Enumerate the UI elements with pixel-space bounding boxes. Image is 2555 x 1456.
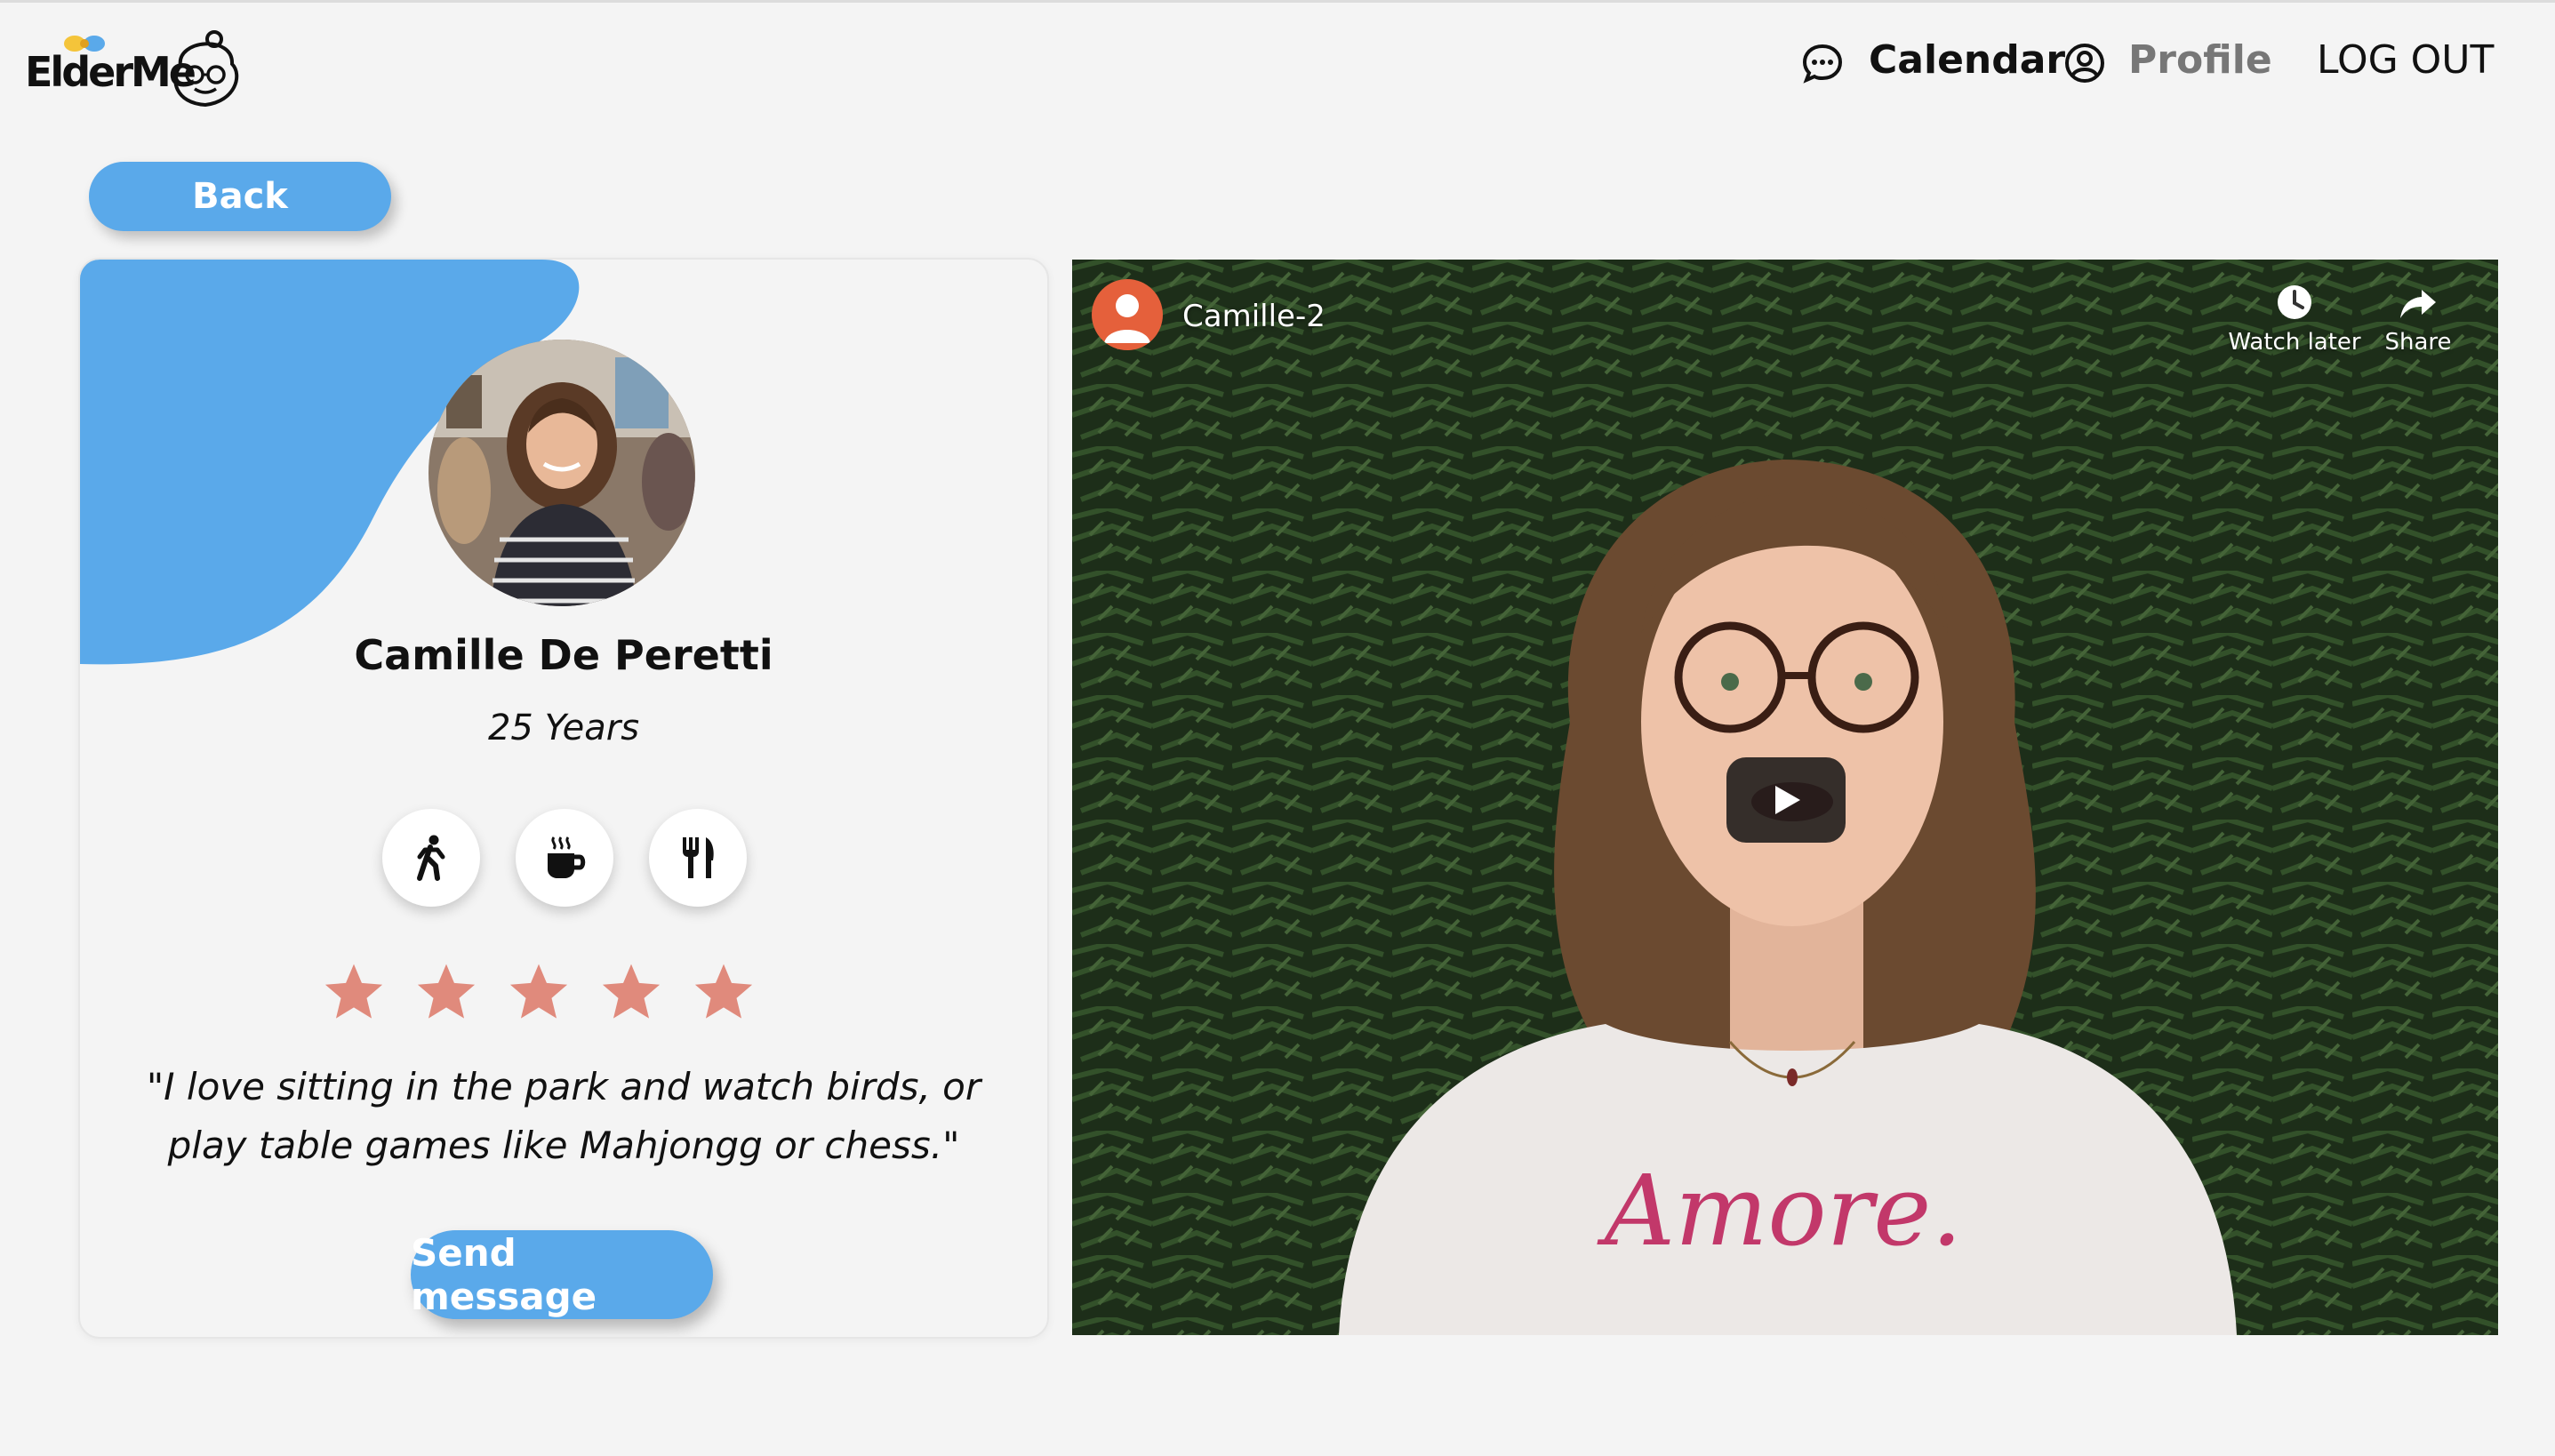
logout-button[interactable]: LOG OUT xyxy=(2317,37,2494,83)
star-icon xyxy=(417,964,476,1019)
walking-icon xyxy=(417,835,445,881)
video-player[interactable]: Amore. Camille-2 Watch later Share xyxy=(1072,260,2498,1335)
coffee-icon xyxy=(548,836,586,878)
top-border xyxy=(0,0,2555,3)
profile-photo xyxy=(429,340,695,606)
share-label: Share xyxy=(2384,329,2452,356)
share-arrow-icon xyxy=(2400,290,2436,318)
star-icon xyxy=(602,964,661,1019)
interest-coffee xyxy=(516,809,613,907)
bow-icon xyxy=(64,36,105,52)
star-icon xyxy=(694,964,753,1019)
play-icon xyxy=(1775,786,1800,814)
profile-age: 25 Years xyxy=(487,708,640,748)
back-button[interactable]: Back xyxy=(89,162,391,231)
profile-name: Camille De Peretti xyxy=(354,631,773,679)
star-icon xyxy=(324,964,383,1019)
share-button[interactable]: Share xyxy=(2365,283,2471,356)
watch-later-label: Watch later xyxy=(2228,329,2361,356)
video-channel-title[interactable]: Camille-2 xyxy=(1182,299,1326,334)
rating-stars xyxy=(320,960,818,1031)
chat-icon[interactable] xyxy=(1801,43,1844,84)
shirt-text: Amore. xyxy=(1597,1154,1963,1268)
nav-profile-link[interactable]: Profile xyxy=(2128,37,2272,83)
dining-icon xyxy=(683,837,714,878)
channel-avatar[interactable] xyxy=(1092,279,1163,350)
nav-calendar-link[interactable]: Calendar xyxy=(1869,37,2065,83)
send-message-button[interactable]: Send message xyxy=(411,1230,713,1319)
play-button[interactable] xyxy=(1726,757,1846,843)
interest-walking xyxy=(382,809,480,907)
watch-later-button[interactable]: Watch later xyxy=(2228,283,2361,356)
clock-icon xyxy=(2278,285,2311,319)
profile-quote: "I love sitting in the park and watch bi… xyxy=(146,1065,981,1167)
elderme-logo[interactable]: ElderMe xyxy=(25,28,239,108)
grandma-face-icon xyxy=(173,30,239,108)
profile-icon[interactable] xyxy=(2064,43,2105,84)
star-icon xyxy=(509,964,568,1019)
interest-dining xyxy=(649,809,747,907)
profile-card: Camille De Peretti 25 Years "I love sitt… xyxy=(78,258,1049,1339)
